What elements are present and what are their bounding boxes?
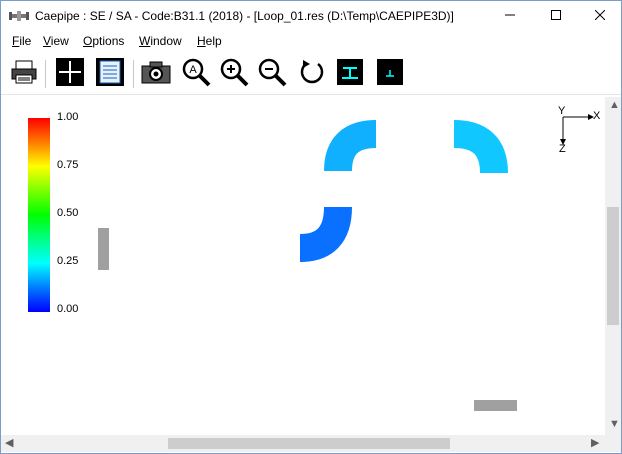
support-t-icon [337, 58, 363, 90]
toolbar-separator [133, 60, 134, 88]
camera-button[interactable] [141, 59, 171, 89]
print-icon [10, 59, 38, 90]
menu-file[interactable]: File [12, 34, 31, 48]
maximize-button[interactable] [533, 1, 579, 31]
horizontal-scrollbar[interactable]: ◀ ▶ [1, 435, 605, 452]
horizontal-scroll-thumb[interactable] [168, 438, 450, 449]
axis-label-y: Y [558, 105, 566, 117]
zoom-out-button[interactable] [257, 57, 287, 92]
zoom-in-icon [219, 57, 249, 92]
model-viewport[interactable]: 1.00 0.75 0.50 0.25 0.00 Y X Z [1, 97, 605, 435]
print-button[interactable] [9, 59, 39, 89]
axis-label-z: Z [559, 143, 566, 155]
text-list-icon [96, 57, 124, 91]
minimize-icon [505, 7, 515, 25]
minimize-button[interactable] [487, 1, 533, 31]
zoom-all-button[interactable]: A [181, 57, 211, 92]
scroll-down-icon[interactable]: ▼ [609, 419, 620, 430]
anchor-support-left [98, 228, 109, 270]
app-window: Caepipe : SE / SA - Code:B31.1 (2018) - … [0, 0, 622, 454]
anchor-support-bottom [474, 400, 517, 411]
zoom-out-icon [257, 57, 287, 92]
pipe-model [98, 114, 594, 411]
vertical-scroll-thumb[interactable] [607, 207, 619, 325]
toolbar: A [1, 54, 621, 95]
scroll-right-icon[interactable]: ▶ [591, 438, 599, 449]
scroll-up-icon[interactable]: ▲ [609, 100, 620, 111]
scroll-left-icon[interactable]: ◀ [5, 438, 13, 449]
node-cross-icon [56, 57, 84, 91]
menu-bar: File View Options Window Help [1, 32, 621, 52]
title-bar[interactable]: Caepipe : SE / SA - Code:B31.1 (2018) - … [1, 1, 621, 31]
close-icon [594, 7, 606, 25]
pipe-bend-upper-left [324, 120, 377, 172]
maximize-icon [551, 7, 561, 25]
svg-text:A: A [189, 64, 197, 76]
support-t-button[interactable] [335, 58, 365, 90]
node-cross-button[interactable] [55, 57, 85, 91]
menu-options[interactable]: Options [83, 34, 124, 48]
text-list-button[interactable] [95, 57, 125, 91]
close-button[interactable] [577, 1, 622, 31]
support-small-button[interactable] [375, 58, 405, 90]
vertical-scrollbar[interactable]: ▲ ▼ [605, 97, 621, 435]
pipe-bend-upper-right [453, 120, 508, 174]
axis-triad [560, 114, 594, 145]
rotate-button[interactable] [297, 59, 327, 89]
toolbar-separator [45, 60, 46, 88]
camera-icon [141, 59, 171, 90]
zoom-in-button[interactable] [219, 57, 249, 92]
rotate-icon [298, 58, 326, 91]
app-pipe-icon [9, 9, 29, 27]
zoom-all-icon: A [181, 57, 211, 92]
menu-help[interactable]: Help [197, 34, 222, 48]
window-title: Caepipe : SE / SA - Code:B31.1 (2018) - … [35, 9, 454, 23]
scrollbar-corner [605, 435, 621, 452]
support-small-icon [377, 58, 403, 90]
menu-window[interactable]: Window [139, 34, 182, 48]
menu-view[interactable]: View [43, 34, 69, 48]
axis-label-x: X [593, 110, 601, 122]
pipe-bend-lower [299, 206, 352, 262]
